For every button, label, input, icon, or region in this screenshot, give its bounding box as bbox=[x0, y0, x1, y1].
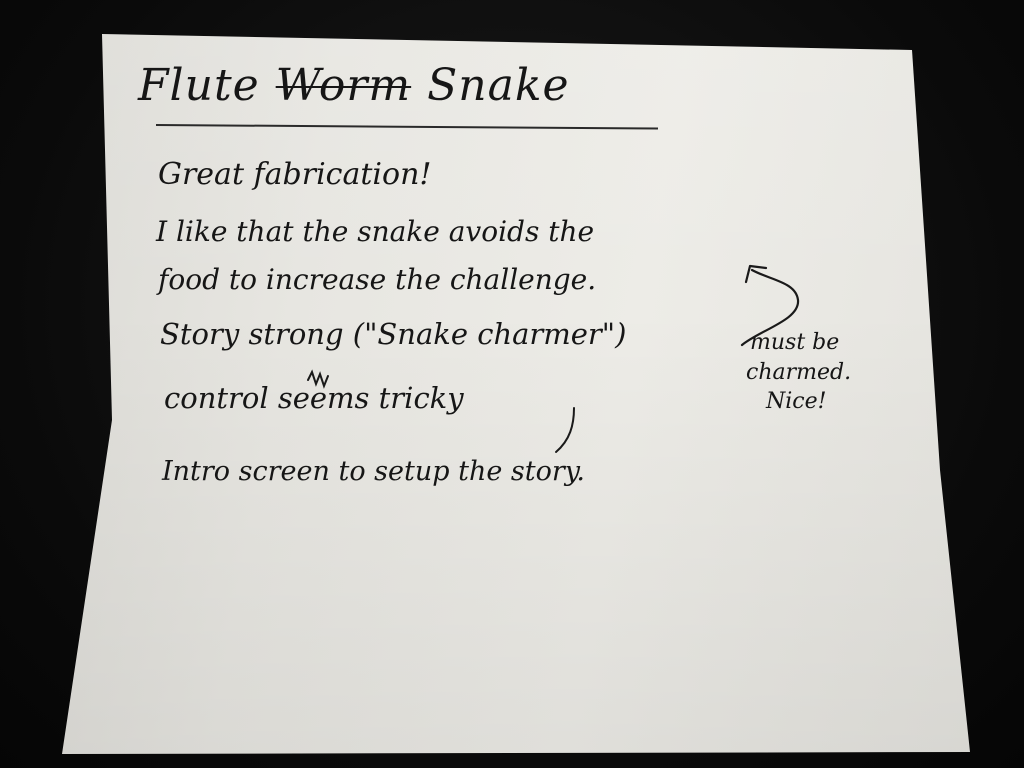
note-title: Flute Worm Snake bbox=[138, 64, 570, 108]
side-note-line-2: charmed. bbox=[746, 359, 852, 385]
title-word-snake: Snake bbox=[427, 60, 570, 111]
note-line-4: Story strong ("Snake charmer") bbox=[160, 317, 627, 351]
note-line-6: Intro screen to setup the story. bbox=[162, 456, 586, 487]
note-line-3: food to increase the challenge. bbox=[158, 263, 597, 296]
side-note-line-1: must be bbox=[750, 330, 840, 355]
note-line-5: control seems tricky bbox=[164, 381, 464, 415]
note-line-2: I like that the snake avoids the bbox=[156, 215, 595, 248]
photo-scene: Flute Worm Snake Great fabrication! I like… bbox=[0, 0, 1024, 768]
side-note: must be charmed. Nice! bbox=[740, 328, 920, 417]
title-word-struck: Worm bbox=[275, 60, 412, 111]
title-word-flute: Flute bbox=[138, 60, 260, 111]
note-line-1: Great fabrication! bbox=[158, 157, 432, 192]
side-note-line-3: Nice! bbox=[766, 389, 827, 415]
